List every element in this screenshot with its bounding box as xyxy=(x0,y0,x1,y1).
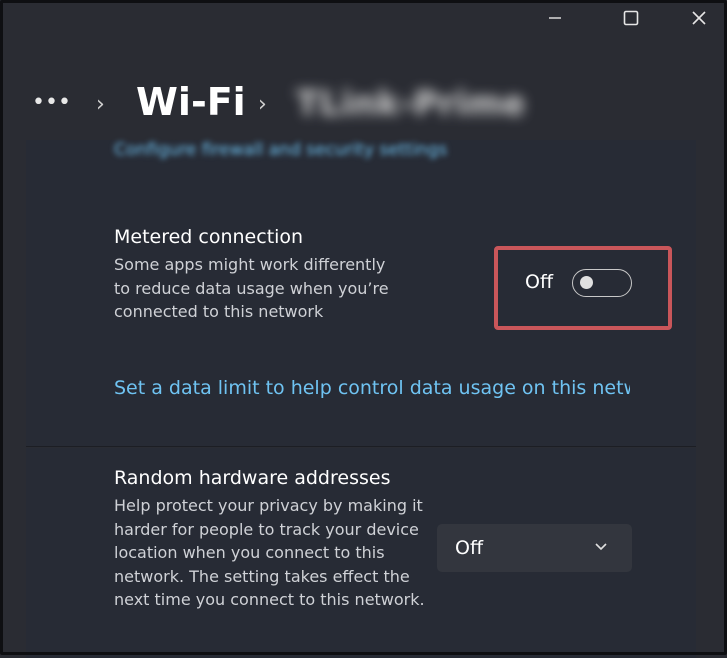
random-hardware-description: Help protect your privacy by making it h… xyxy=(114,496,425,609)
metered-connection-toggle[interactable] xyxy=(572,269,632,297)
chevron-down-icon xyxy=(595,543,607,551)
random-hardware-title: Random hardware addresses xyxy=(114,467,391,489)
chevron-right-icon: › xyxy=(96,92,105,117)
maximize-button[interactable] xyxy=(603,0,659,36)
random-hardware-dropdown[interactable]: Off xyxy=(437,524,632,572)
minimize-button[interactable] xyxy=(527,0,583,36)
firewall-settings-link[interactable]: Configure firewall and security settings xyxy=(114,140,447,160)
more-icon[interactable]: ••• xyxy=(32,90,71,115)
data-limit-link[interactable]: Set a data limit to help control data us… xyxy=(114,377,630,399)
toggle-knob xyxy=(580,276,593,289)
close-icon xyxy=(692,11,706,25)
minimize-icon xyxy=(549,17,561,19)
metered-connection-title: Metered connection xyxy=(114,226,304,248)
dropdown-value: Off xyxy=(455,537,484,559)
network-name: TLink-Prime xyxy=(296,84,526,124)
page-title[interactable]: Wi-Fi xyxy=(136,80,246,124)
metered-toggle-label: Off xyxy=(525,271,554,293)
chevron-right-icon: › xyxy=(258,92,267,117)
maximize-icon xyxy=(623,10,639,26)
close-button[interactable] xyxy=(671,0,727,36)
metered-connection-description: Some apps might work differently to redu… xyxy=(114,255,389,321)
breadcrumb: ••• › Wi-Fi › TLink-Prime xyxy=(0,70,727,140)
